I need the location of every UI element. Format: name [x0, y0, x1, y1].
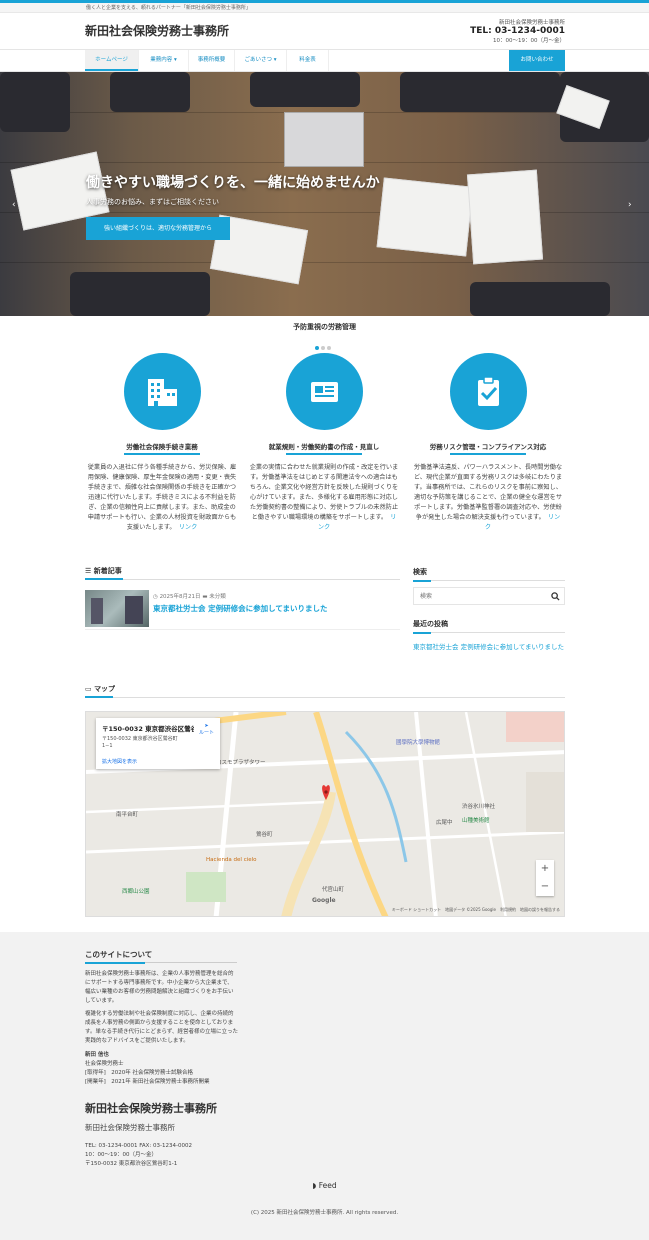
feature-link[interactable]: リンク: [179, 524, 198, 531]
map-label[interactable]: Hacienda del cielo: [206, 857, 257, 863]
profile-line: [取得年] 2020年 社会保険労務士試験合格: [85, 1070, 194, 1076]
map-heading: ▭ マップ: [85, 684, 565, 698]
map-label[interactable]: 國學院大學博物館: [396, 738, 440, 746]
carousel-dot[interactable]: [327, 346, 331, 350]
search-box: [413, 587, 565, 605]
feature-text: 労働基準法違反、パワーハラスメント、長時間労働など、現代企業が直面する労務リスク…: [413, 464, 563, 531]
building-icon: [148, 379, 177, 406]
contact-button[interactable]: お問い合わせ: [509, 50, 565, 71]
news-thumbnail[interactable]: [85, 590, 149, 627]
nav-item-about[interactable]: 事務所概要: [189, 50, 235, 71]
hero-person-arm: [0, 72, 70, 132]
footer-subtitle: 新田社会保険労務士事務所: [85, 1123, 175, 1132]
hero-slider: ‹ › 働きやすい職場づくりを、一緒に始めませんか 人事労務のお悩み、まずはご相…: [0, 72, 649, 316]
hero-cta-button[interactable]: 強い組織づくりは、適切な労務管理から: [86, 217, 230, 240]
site-header: 新田社会保険労務士事務所 新田社会保険労務士事務所 TEL: 03-1234-0…: [0, 13, 649, 49]
hero-document: [466, 169, 544, 265]
site-footer: このサイトについて 新田社会保険労務士事務所は、企業の人事労務管理を総合的にサポ…: [0, 932, 649, 1240]
hero-person-arm: [110, 72, 190, 112]
carousel-dot[interactable]: [315, 346, 319, 350]
feature-text: 企業の実情に合わせた就業規則の作成・改定を行います。労働基準法をはじめとする関連…: [249, 464, 399, 531]
hero-document: [376, 177, 474, 257]
header-hours: 10：00〜19：00（月〜金）: [493, 38, 565, 44]
map-zoom-control: + −: [536, 860, 554, 896]
about-text: 新田社会保険労務士事務所は、企業の人事労務管理を総合的にサポートする専門事務所で…: [85, 971, 234, 1004]
hero-person-arm: [470, 282, 610, 316]
map-label[interactable]: 西郷山公園: [122, 887, 150, 895]
hero-person-arm: [250, 72, 360, 107]
carousel-dots: [315, 344, 333, 352]
about-text: 複雑化する労働法制や社会保険制度に対応し、企業の持続的成長を人事労務の側面から支…: [85, 1011, 238, 1044]
map-place-address: 〒150-0032 東京都渋谷区鶯谷町1−1: [102, 736, 178, 749]
recent-post-link[interactable]: 東京都社労士会 定例研修会に参加してまいりました: [413, 642, 565, 652]
list-item[interactable]: ◷ 2025年8月21日 ▬ 未分類 東京都社労士会 定例研修会に参加してまいり…: [85, 590, 400, 630]
feature-icon-circle: [286, 353, 363, 430]
profile-line: [開業年] 2021年 新田社会保険労務士事務所開業: [85, 1079, 210, 1085]
map-route-button[interactable]: ➤ ルート: [199, 723, 214, 736]
feed-link[interactable]: ◗ Feed: [0, 1181, 649, 1190]
map-label: 鶯谷町: [256, 832, 273, 838]
map-label[interactable]: 渋谷氷川神社: [462, 802, 495, 810]
map-attribution[interactable]: キーボード ショートカット 地図データ ©2025 Google 利用規約 地図…: [392, 907, 560, 913]
header-tel: TEL: 03-1234-0001: [470, 26, 565, 36]
google-map[interactable]: 國學院大學博物館 南平台町 鶯谷町 代官山町 広尾中 渋谷氷川神社 山種美術館 …: [85, 711, 565, 917]
search-heading: 検索: [413, 568, 427, 576]
map-icon: ▭: [85, 685, 95, 693]
nav-item-pricing[interactable]: 料金表: [287, 50, 329, 71]
news-heading: ☰ 新着記事: [85, 566, 400, 580]
zoom-out-button[interactable]: −: [536, 878, 554, 896]
hero-next-arrow-icon[interactable]: ›: [628, 200, 632, 210]
map-label: 南平台町: [116, 812, 139, 818]
nav-item-services[interactable]: 業務内容 ▾: [139, 50, 189, 71]
zoom-in-button[interactable]: +: [536, 860, 554, 878]
news-meta: ◷ 2025年8月21日 ▬ 未分類: [153, 594, 226, 600]
newspaper-icon: [311, 382, 338, 402]
header-contact: 新田社会保険労務士事務所 TEL: 03-1234-0001 10：00〜19：…: [470, 18, 565, 44]
news-title[interactable]: 東京都社労士会 定例研修会に参加してまいりました: [153, 603, 328, 614]
footer-site-name[interactable]: 新田社会保険労務士事務所: [85, 1100, 217, 1116]
feature-text: 従業員の入退社に伴う各種手続きから、労災保険、雇用保険、健康保険、厚生年金保険の…: [87, 464, 237, 531]
map-place-name: 〒150-0032 東京都渋谷区鶯谷...: [102, 725, 194, 733]
list-icon: ☰: [85, 567, 94, 575]
profile-name: 新田 信也: [85, 1052, 109, 1058]
hero-subtitle: 人事労務のお悩み、まずはご相談ください: [86, 198, 219, 206]
map-label[interactable]: コスモプラザタワー: [216, 758, 266, 766]
hero-prev-arrow-icon[interactable]: ‹: [12, 200, 16, 210]
search-icon[interactable]: [551, 592, 560, 601]
nav-item-greeting[interactable]: ごあいさつ ▾: [235, 50, 287, 71]
header-office-name: 新田社会保険労務士事務所: [498, 20, 565, 26]
nav-item-home[interactable]: ホームページ: [85, 50, 139, 71]
search-input[interactable]: [420, 591, 540, 602]
clipboard-check-icon: [478, 376, 499, 406]
top-bar: 働く人と企業を支える、頼れるパートナー「新田社会保険労務士事務所」: [0, 3, 649, 13]
main-nav: ホームページ 業務内容 ▾ 事務所概要 ごあいさつ ▾ 料金表 お問い合わせ: [0, 49, 649, 72]
feature-title: 労働社会保険手続き業務: [126, 443, 198, 451]
map-enlarge-link[interactable]: 拡大地図を表示: [102, 758, 137, 765]
map-label[interactable]: 山種美術館: [462, 816, 490, 824]
tagline: 働く人と企業を支える、頼れるパートナー「新田社会保険労務士事務所」: [86, 5, 251, 11]
profile-title: 社会保険労務士: [85, 1061, 124, 1067]
about-heading: このサイトについて: [85, 950, 153, 959]
copyright: (C) 2025 新田社会保険労務士事務所. All rights reserv…: [250, 1210, 399, 1216]
map-label: 広尾中: [436, 820, 453, 826]
map-info-window: 〒150-0032 東京都渋谷区鶯谷... 〒150-0032 東京都渋谷区鶯谷…: [96, 718, 220, 769]
features-title: 予防重視の労務管理: [293, 323, 356, 331]
map-label: 代官山町: [322, 887, 345, 893]
hero-person-arm: [400, 72, 560, 112]
site-title[interactable]: 新田社会保険労務士事務所: [85, 22, 229, 39]
feature-icon-circle: [124, 353, 201, 430]
carousel-dot[interactable]: [321, 346, 325, 350]
footer-contact: TEL: 03-1234-0001 FAX: 03-1234-0002 10：0…: [85, 1143, 192, 1167]
feature-title: 労務リスク管理・コンプライアンス対応: [429, 443, 547, 451]
google-logo: Google: [312, 897, 336, 904]
hero-laptop: [284, 112, 364, 167]
recent-posts-heading: 最近の投稿: [413, 620, 448, 628]
hero-title: 働きやすい職場づくりを、一緒に始めませんか: [86, 175, 380, 191]
feature-title: 就業規則・労働契約書の作成・見直し: [268, 443, 380, 451]
feature-icon-circle: [450, 353, 527, 430]
hero-person-arm: [70, 272, 210, 316]
